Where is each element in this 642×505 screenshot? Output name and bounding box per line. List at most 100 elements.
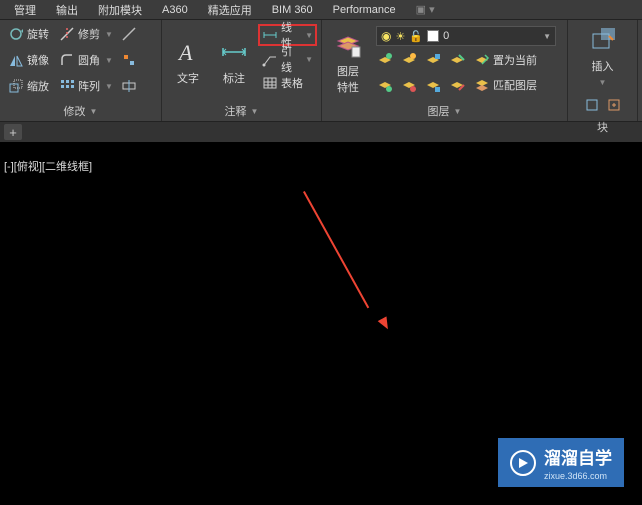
explode-button[interactable] bbox=[119, 23, 139, 45]
trim-label: 修剪 bbox=[78, 26, 100, 42]
chevron-down-icon: ▼ bbox=[105, 30, 113, 39]
text-label: 文字 bbox=[177, 70, 199, 86]
set-current-icon bbox=[474, 52, 490, 68]
fillet-label: 圆角 bbox=[78, 52, 100, 68]
new-tab-button[interactable]: + bbox=[4, 124, 22, 140]
chevron-down-icon: ▼ bbox=[454, 107, 462, 116]
annotation-arrow bbox=[303, 191, 369, 308]
fillet-button[interactable]: 圆角 ▼ bbox=[55, 49, 117, 71]
panel-annotation: A 文字 标注 线性 ▼ bbox=[162, 20, 322, 121]
panel-block-title[interactable]: 块 bbox=[572, 117, 633, 137]
table-label: 表格 bbox=[281, 75, 303, 91]
layer-properties-button[interactable]: 图层 特性 bbox=[326, 22, 370, 101]
watermark-text: 溜溜自学 bbox=[544, 444, 612, 469]
mirror-label: 镜像 bbox=[27, 52, 49, 68]
layer-tool-7[interactable] bbox=[424, 76, 442, 94]
svg-text:A: A bbox=[177, 40, 193, 65]
menu-output[interactable]: 输出 bbox=[46, 0, 88, 20]
chevron-down-icon: ▼ bbox=[105, 56, 113, 65]
menu-featured[interactable]: 精选应用 bbox=[198, 0, 262, 20]
rotate-button[interactable]: 旋转 bbox=[4, 23, 53, 45]
trim-icon bbox=[59, 26, 75, 42]
mirror-icon bbox=[8, 52, 24, 68]
line-icon bbox=[121, 26, 137, 42]
text-icon: A bbox=[174, 38, 202, 66]
menu-a360[interactable]: A360 bbox=[152, 2, 198, 18]
leader-icon bbox=[262, 51, 278, 67]
insert-icon bbox=[589, 26, 617, 54]
array-label: 阵列 bbox=[78, 78, 100, 94]
table-button[interactable]: 表格 bbox=[258, 72, 317, 94]
rotate-icon bbox=[8, 26, 24, 42]
insert-label: 插入 bbox=[592, 58, 614, 74]
watermark: 溜溜自学 zixue.3d66.com bbox=[498, 438, 624, 487]
menu-addons[interactable]: 附加模块 bbox=[88, 0, 152, 20]
layer-tool-5[interactable] bbox=[376, 76, 394, 94]
match-layer-button[interactable]: 匹配图层 bbox=[472, 74, 541, 96]
chevron-down-icon: ▼ bbox=[543, 32, 551, 41]
watermark-url: zixue.3d66.com bbox=[544, 471, 612, 481]
dimension-button[interactable]: 标注 bbox=[212, 22, 256, 101]
dimension-label: 标注 bbox=[223, 70, 245, 86]
trim-button[interactable]: 修剪 ▼ bbox=[55, 23, 117, 45]
bulb-icon: ◉ bbox=[381, 29, 391, 43]
panel-layer-title[interactable]: 图层 ▼ bbox=[326, 101, 563, 121]
ribbon: 旋转 修剪 ▼ bbox=[0, 20, 642, 122]
chevron-down-icon: ▼ bbox=[305, 31, 313, 40]
set-current-label: 置为当前 bbox=[493, 52, 537, 68]
layer-tool-3[interactable] bbox=[424, 51, 442, 69]
insert-button[interactable]: 插入 ▼ bbox=[581, 22, 625, 91]
layer-value: 0 bbox=[443, 30, 539, 42]
layer-tool-2[interactable] bbox=[400, 51, 418, 69]
chevron-down-icon: ▼ bbox=[105, 82, 113, 91]
scale-label: 缩放 bbox=[27, 78, 49, 94]
layer-combo[interactable]: ◉ ☀ 🔓 0 ▼ bbox=[376, 26, 556, 46]
lock-icon: 🔓 bbox=[409, 30, 423, 43]
chevron-down-icon: ▼ bbox=[305, 55, 313, 64]
menu-performance[interactable]: Performance bbox=[323, 2, 406, 18]
layer-tool-6[interactable] bbox=[400, 76, 418, 94]
match-layer-icon bbox=[474, 77, 490, 93]
leader-button[interactable]: 引线 ▼ bbox=[258, 48, 317, 70]
dimension-icon bbox=[220, 38, 248, 66]
menu-manage[interactable]: 管理 bbox=[4, 0, 46, 20]
array-button[interactable]: 阵列 ▼ bbox=[55, 75, 117, 97]
scale-icon bbox=[8, 78, 24, 94]
layer-properties-label: 图层 特性 bbox=[337, 63, 359, 95]
watermark-logo-icon bbox=[510, 450, 536, 476]
sun-icon: ☀ bbox=[395, 30, 405, 43]
layer-tool-1[interactable] bbox=[376, 51, 394, 69]
panel-block: 插入 ▼ 块 bbox=[568, 20, 638, 121]
stretch-button[interactable] bbox=[119, 75, 139, 97]
panel-modify-title[interactable]: 修改 ▼ bbox=[4, 101, 157, 121]
rotate-label: 旋转 bbox=[27, 26, 49, 42]
block-tool-2[interactable] bbox=[605, 96, 623, 114]
panel-annotation-title[interactable]: 注释 ▼ bbox=[166, 101, 317, 121]
layer-tool-8[interactable] bbox=[448, 76, 466, 94]
menu-expand-icon[interactable]: ▣ ▾ bbox=[406, 1, 445, 18]
text-button[interactable]: A 文字 bbox=[166, 22, 210, 101]
scale-button[interactable]: 缩放 bbox=[4, 75, 53, 97]
match-layer-label: 匹配图层 bbox=[493, 77, 537, 93]
set-current-button[interactable]: 置为当前 bbox=[472, 49, 541, 71]
panel-layer: 图层 特性 ◉ ☀ 🔓 0 ▼ 置 bbox=[322, 20, 568, 121]
menu-bim360[interactable]: BIM 360 bbox=[262, 2, 323, 18]
chevron-down-icon: ▼ bbox=[599, 78, 607, 87]
fillet-icon bbox=[59, 52, 75, 68]
layer-properties-icon bbox=[334, 31, 362, 59]
explode2-button[interactable] bbox=[119, 49, 139, 71]
block-tool-1[interactable] bbox=[583, 96, 601, 114]
leader-label: 引线 bbox=[281, 43, 300, 75]
explode-icon bbox=[121, 52, 137, 68]
mirror-button[interactable]: 镜像 bbox=[4, 49, 53, 71]
panel-modify: 旋转 修剪 ▼ bbox=[0, 20, 162, 121]
viewport-label[interactable]: [-][俯视][二维线框] bbox=[4, 158, 92, 174]
chevron-down-icon: ▼ bbox=[251, 107, 259, 116]
layer-tool-4[interactable] bbox=[448, 51, 466, 69]
chevron-down-icon: ▼ bbox=[90, 107, 98, 116]
menubar: 管理 输出 附加模块 A360 精选应用 BIM 360 Performance… bbox=[0, 0, 642, 20]
table-icon bbox=[262, 75, 278, 91]
color-swatch bbox=[427, 30, 439, 42]
tabstrip: + bbox=[0, 122, 642, 142]
viewport[interactable]: [-][俯视][二维线框] 溜溜自学 zixue.3d66.com bbox=[0, 142, 642, 505]
